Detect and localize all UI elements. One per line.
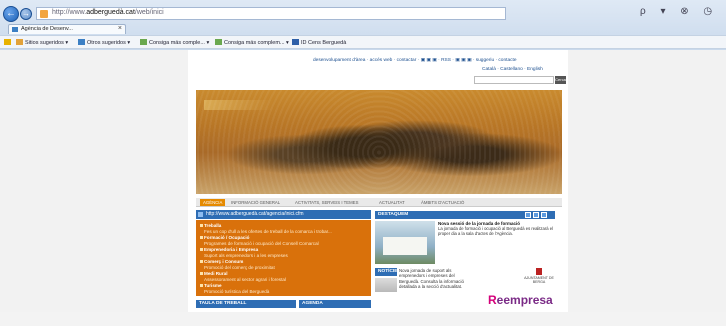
browser-toolbar-icons[interactable]: ρ ▾ ⊗ ◷ ⌂ bbox=[640, 6, 726, 20]
list-item[interactable]: Emprenedoria i Empresa Suport als emprene… bbox=[200, 247, 288, 258]
banner-image bbox=[196, 90, 562, 194]
featured-text[interactable]: Nova sessió de la jornada de formació La … bbox=[438, 221, 555, 237]
link-icon bbox=[198, 212, 203, 217]
news-text[interactable]: Nova jornada de suport als emprenedors i… bbox=[399, 268, 471, 289]
news-photo[interactable] bbox=[375, 278, 397, 292]
menu-item-agencia[interactable]: Agència bbox=[200, 199, 226, 206]
link-bar[interactable]: http://www.adberguedà.cat/agencia/inici.… bbox=[196, 210, 371, 219]
pager-button[interactable] bbox=[541, 212, 547, 218]
list-item[interactable]: Formació / Ocupació Programes de formació… bbox=[200, 235, 319, 246]
browser-chrome: ← → http://www.adberguedà.cat/web/inici … bbox=[0, 0, 726, 50]
menu-item-informacio[interactable]: Informació General bbox=[228, 199, 283, 206]
fav-item-1[interactable]: Sitios sugeridos ▾ bbox=[16, 39, 68, 46]
link-text: http://www.adberguedà.cat/agencia/inici.… bbox=[206, 211, 304, 217]
main-menu: Agència Informació General Activitats, S… bbox=[196, 198, 562, 207]
featured-image[interactable] bbox=[375, 221, 435, 264]
bottom-left-title: Taula de Treball bbox=[196, 300, 296, 308]
search-button[interactable]: Cerca bbox=[555, 76, 566, 84]
list-item[interactable]: Turisme Promoció turística del Berguedà bbox=[200, 283, 269, 294]
search-input[interactable] bbox=[474, 76, 554, 84]
tab-title: Agència de Desenv... bbox=[21, 26, 73, 32]
list-item[interactable]: Medi Rural Assessorament al sector agrari… bbox=[200, 271, 286, 282]
close-icon[interactable]: × bbox=[118, 25, 122, 32]
top-links[interactable]: desenvolupament d'àrea · accés web · con… bbox=[313, 58, 517, 63]
menu-item-actualitat[interactable]: Actualitat bbox=[376, 199, 408, 206]
fav-item-4[interactable]: Consiga más complem... ▾ bbox=[215, 39, 289, 46]
address-bar[interactable]: http://www.adberguedà.cat/web/inici bbox=[36, 7, 506, 20]
ajuntament-logo[interactable]: AJUNTAMENT DE BERGA bbox=[519, 268, 559, 288]
site-container: desenvolupament d'àrea · accés web · con… bbox=[188, 50, 568, 312]
menu-item-ambits[interactable]: Àmbits d'actuació bbox=[418, 199, 467, 206]
list-item[interactable]: Treballa Fes un cop d'ull a les ofertes d… bbox=[200, 223, 332, 234]
services-list: Treballa Fes un cop d'ull a les ofertes d… bbox=[196, 220, 371, 296]
coat-of-arms-icon bbox=[536, 268, 542, 275]
page-viewport: desenvolupament d'àrea · accés web · con… bbox=[0, 50, 726, 312]
forward-button[interactable]: → bbox=[20, 8, 32, 20]
favorites-bar: Sitios sugeridos ▾ Otros sugeridos ▾ Con… bbox=[0, 35, 726, 49]
agenda-title: Agenda bbox=[299, 300, 371, 308]
featured-section: Destaquem Nova sessió de la jornada de f… bbox=[375, 211, 555, 266]
tab-favicon-icon bbox=[12, 27, 18, 32]
tab-active[interactable]: Agència de Desenv... × bbox=[8, 24, 126, 34]
fav-item-5[interactable]: ID Cens Berguedà bbox=[292, 39, 346, 46]
news-section-title: Notícies bbox=[375, 268, 401, 276]
star-icon[interactable] bbox=[4, 39, 13, 46]
site-favicon-icon bbox=[40, 10, 48, 18]
pager-button[interactable] bbox=[525, 212, 531, 218]
list-item[interactable]: Comerç i Consum Promoció del comerç de pr… bbox=[200, 259, 275, 270]
reempresa-logo[interactable]: Reempresa bbox=[488, 293, 553, 307]
menu-item-activitats[interactable]: Activitats, Serveis i Temes bbox=[292, 199, 361, 206]
fav-item-3[interactable]: Consiga más comple... ▾ bbox=[140, 39, 209, 46]
back-button[interactable]: ← bbox=[3, 6, 19, 22]
banner-logo bbox=[204, 100, 274, 110]
pager-button[interactable] bbox=[533, 212, 539, 218]
url-text: http://www.adberguedà.cat/web/inici bbox=[52, 9, 164, 16]
language-links[interactable]: Català · Castellano · English bbox=[482, 67, 543, 72]
fav-item-2[interactable]: Otros sugeridos ▾ bbox=[78, 39, 130, 46]
